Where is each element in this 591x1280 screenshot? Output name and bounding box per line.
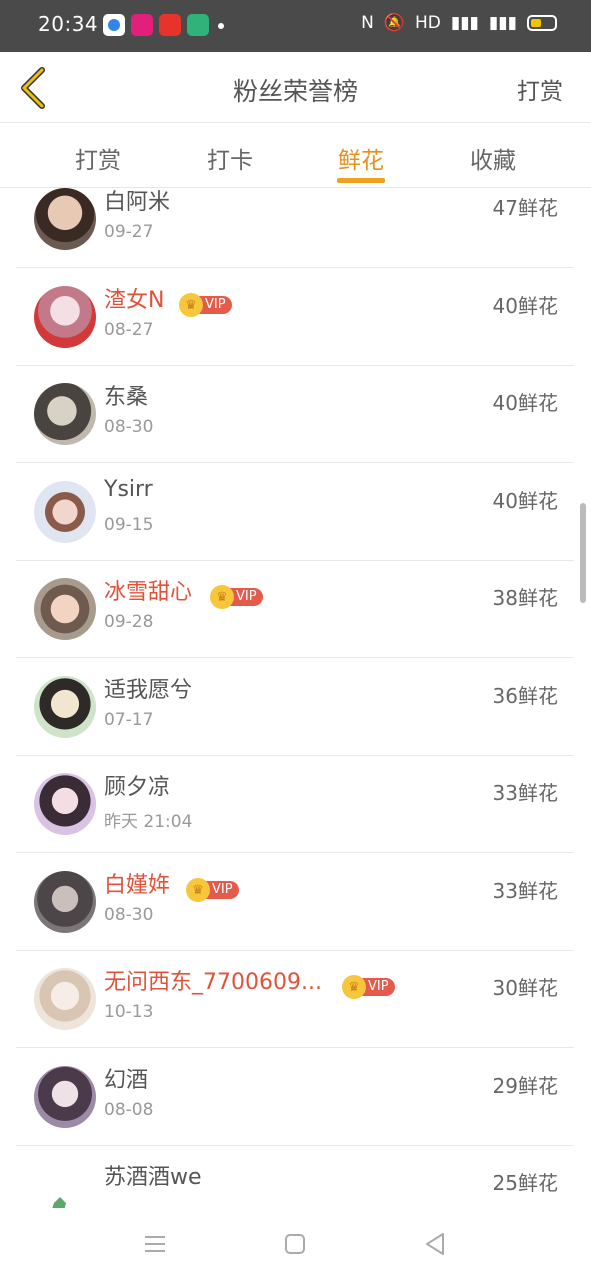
user-name: 白嫤姩 <box>104 873 171 898</box>
user-date: 09-15 <box>104 515 154 535</box>
list-item[interactable]: 东桑 08-30 40鲜花 <box>16 365 574 463</box>
flower-count: 38鲜花 <box>492 586 558 610</box>
flower-count: 33鲜花 <box>492 879 558 903</box>
tab-tip[interactable]: 打赏 <box>58 141 138 175</box>
battery-icon <box>527 15 557 31</box>
avatar[interactable] <box>34 578 96 640</box>
tab-checkin[interactable]: 打卡 <box>190 141 270 175</box>
user-date: 08-27 <box>104 320 154 340</box>
flower-count: 29鲜花 <box>492 1074 558 1098</box>
home-icon[interactable] <box>281 1230 309 1258</box>
back-icon[interactable] <box>421 1230 449 1258</box>
avatar[interactable] <box>34 676 96 738</box>
list-item[interactable]: 幻酒 08-08 29鲜花 <box>16 1048 574 1146</box>
user-date: 昨天 21:04 <box>104 812 193 832</box>
user-date: 08-30 <box>104 417 154 437</box>
avatar[interactable] <box>34 1066 96 1128</box>
signal-icon: ▮▮▮ <box>450 13 479 33</box>
vip-badge: ♛ VIP <box>179 293 232 317</box>
crown-icon: ♛ <box>342 975 366 999</box>
flower-count: 25鲜花 <box>492 1171 558 1195</box>
more-notifications-dot <box>218 23 224 29</box>
list-item[interactable]: Ysirr 09-15 40鲜花 <box>16 463 574 561</box>
avatar[interactable] <box>34 383 96 445</box>
list-item[interactable]: 白嫤姩 ♛ VIP 08-30 33鲜花 <box>16 853 574 951</box>
avatar[interactable] <box>34 481 96 543</box>
app-notification-icon <box>159 14 181 36</box>
flower-count: 30鲜花 <box>492 976 558 1000</box>
user-name: 苏酒酒we <box>104 1165 202 1190</box>
flower-count: 40鲜花 <box>492 391 558 415</box>
list-item[interactable]: 无问西东_7700609... ♛ VIP 10-13 30鲜花 <box>16 950 574 1048</box>
crown-icon: ♛ <box>210 585 234 609</box>
user-name: 顾夕凉 <box>104 775 171 800</box>
app-notification-icon <box>187 14 209 36</box>
list-item[interactable]: 适我愿兮 07-17 36鲜花 <box>16 658 574 756</box>
user-name: 冰雪甜心 <box>104 580 193 605</box>
flower-count: 40鲜花 <box>492 489 558 513</box>
fan-ranking-list[interactable]: 白阿米 09-27 47鲜花 渣女N ♛ VIP 08-27 40鲜花 东桑 08… <box>0 188 591 1208</box>
scrollbar[interactable] <box>580 503 586 603</box>
avatar[interactable] <box>34 773 96 835</box>
list-item[interactable]: 苏酒酒we 25鲜花 <box>16 1145 574 1208</box>
vip-badge: ♛ VIP <box>186 878 239 902</box>
flower-count: 33鲜花 <box>492 781 558 805</box>
silent-icon: 🔕 <box>383 13 405 33</box>
list-item[interactable]: 顾夕凉 昨天 21:04 33鲜花 <box>16 755 574 853</box>
user-date: 08-08 <box>104 1100 154 1120</box>
active-tab-indicator <box>337 178 385 183</box>
flower-count: 40鲜花 <box>492 294 558 318</box>
user-name: 渣女N <box>104 288 165 313</box>
flower-count: 47鲜花 <box>492 196 558 220</box>
avatar[interactable] <box>34 188 96 250</box>
avatar[interactable] <box>34 871 96 933</box>
user-date: 09-28 <box>104 612 154 632</box>
page-title: 粉丝荣誉榜 <box>232 77 358 106</box>
user-name: 白阿米 <box>104 190 171 215</box>
list-item[interactable]: 渣女N ♛ VIP 08-27 40鲜花 <box>16 268 574 366</box>
avatar[interactable] <box>34 968 96 1030</box>
avatar[interactable] <box>34 286 96 348</box>
hd-label: HD <box>414 13 441 33</box>
menu-icon[interactable] <box>141 1230 169 1258</box>
app-header: 粉丝荣誉榜 打赏 <box>0 52 591 123</box>
status-indicators: N 🔕 HD ▮▮▮ ▮▮▮ <box>361 13 557 33</box>
tab-bar: 打赏 打卡 鲜花 收藏 <box>0 123 591 188</box>
app-notification-icon <box>131 14 153 36</box>
user-name: 幻酒 <box>104 1068 149 1093</box>
user-date: 07-17 <box>104 710 154 730</box>
tab-flowers[interactable]: 鲜花 <box>321 141 401 175</box>
avatar[interactable] <box>34 1163 96 1208</box>
tab-favorites[interactable]: 收藏 <box>453 141 533 175</box>
user-name: 适我愿兮 <box>104 678 193 703</box>
tip-button[interactable]: 打赏 <box>517 72 563 106</box>
user-date: 09-27 <box>104 222 154 242</box>
crown-icon: ♛ <box>179 293 203 317</box>
user-name: 东桑 <box>104 385 149 410</box>
flower-count: 36鲜花 <box>492 684 558 708</box>
nfc-icon: N <box>361 13 374 33</box>
vip-badge: ♛ VIP <box>210 585 263 609</box>
signal-icon: ▮▮▮ <box>488 13 517 33</box>
app-notification-icon <box>103 14 125 36</box>
vip-badge: ♛ VIP <box>342 975 395 999</box>
user-date: 10-13 <box>104 1002 154 1022</box>
crown-icon: ♛ <box>186 878 210 902</box>
status-time: 20:34 <box>38 12 99 36</box>
user-date: 08-30 <box>104 905 154 925</box>
status-bar: 20:34 N 🔕 HD ▮▮▮ ▮▮▮ <box>0 0 591 52</box>
list-item[interactable]: 白阿米 09-27 47鲜花 <box>16 188 574 268</box>
list-item[interactable]: 冰雪甜心 ♛ VIP 09-28 38鲜花 <box>16 560 574 658</box>
user-name: Ysirr <box>104 477 153 502</box>
system-nav-bar <box>0 1208 591 1280</box>
user-name: 无问西东_7700609... <box>104 970 322 995</box>
